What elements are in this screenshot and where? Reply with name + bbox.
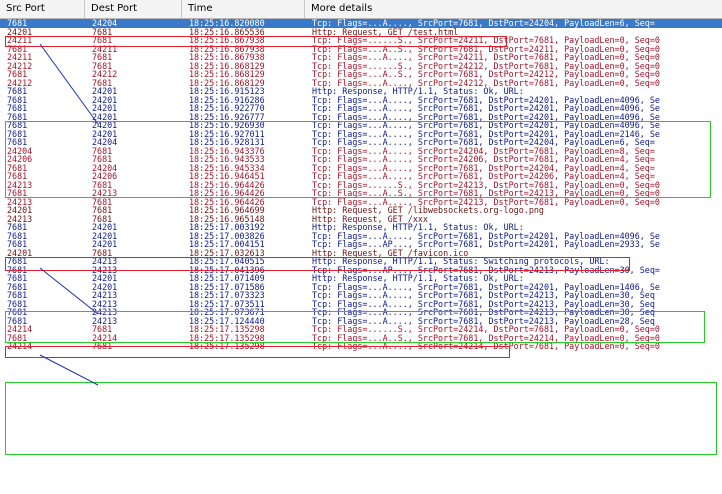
details-cell: Tcp: Flags=...A...., SrcPort=24214, DstP… — [312, 341, 660, 351]
packet-list: 7681 24204 18:25:16.820080 Tcp: Flags=...A.… — [0, 19, 722, 494]
column-header-more-details[interactable]: More details — [305, 0, 722, 18]
src-port-cell: 24214 — [7, 341, 33, 351]
column-header-bar: Src Port Dest Port Time More details — [0, 0, 722, 19]
packet-row[interactable]: 24214 7681 18:25:17.135298 Tcp: Flags=...A.… — [0, 341, 722, 351]
dest-port-cell: 7681 — [92, 341, 113, 351]
column-header-dest-port[interactable]: Dest Port — [85, 0, 182, 18]
column-header-time[interactable]: Time — [182, 0, 305, 18]
column-header-src-port[interactable]: Src Port — [0, 0, 85, 18]
time-cell: 18:25:17.135298 — [189, 341, 265, 351]
